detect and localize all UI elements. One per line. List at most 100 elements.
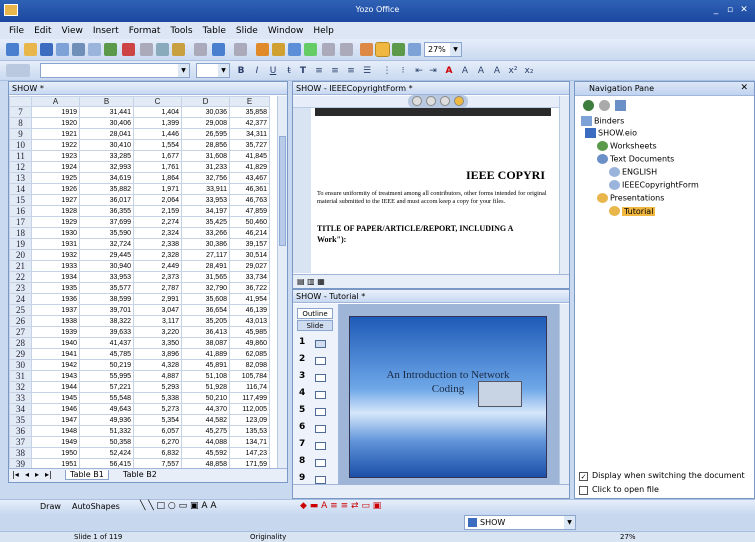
cell-d[interactable]: 35,205 bbox=[181, 315, 230, 328]
sheet-tab-b1[interactable]: Table B1 bbox=[65, 470, 109, 480]
open-icon[interactable] bbox=[24, 43, 37, 56]
cell-a[interactable]: 1947 bbox=[31, 414, 80, 427]
cell-e[interactable]: 50,460 bbox=[229, 216, 270, 229]
cell-c[interactable]: 1,761 bbox=[133, 161, 182, 174]
chevron-down-icon[interactable]: ▼ bbox=[218, 64, 229, 77]
cell-c[interactable]: 1,864 bbox=[133, 172, 182, 185]
prev-sheet-icon[interactable]: ◂ bbox=[25, 470, 29, 479]
zoom-icon[interactable] bbox=[408, 43, 421, 56]
cell-b[interactable]: 35,882 bbox=[79, 183, 134, 196]
column-header-a[interactable]: A bbox=[31, 95, 80, 108]
cell-c[interactable]: 3,117 bbox=[133, 315, 182, 328]
cell-b[interactable]: 50,358 bbox=[79, 436, 134, 449]
new-icon[interactable] bbox=[6, 43, 19, 56]
cell-d[interactable]: 30,386 bbox=[181, 238, 230, 251]
outline-tab[interactable]: Outline bbox=[297, 308, 333, 319]
cell-d[interactable]: 31,233 bbox=[181, 161, 230, 174]
menu-format[interactable]: Format bbox=[124, 26, 166, 36]
underline-button[interactable]: U bbox=[266, 64, 280, 78]
cell-a[interactable]: 1928 bbox=[31, 205, 80, 218]
font-color-icon[interactable] bbox=[360, 43, 373, 56]
cell-b[interactable]: 50,219 bbox=[79, 359, 134, 372]
cell-a[interactable]: 1919 bbox=[31, 106, 80, 119]
cell-a[interactable]: 1937 bbox=[31, 304, 80, 317]
italic-button[interactable]: I bbox=[250, 64, 264, 78]
cell-d[interactable]: 33,266 bbox=[181, 227, 230, 240]
cell-e[interactable]: 47,859 bbox=[229, 205, 270, 218]
cell-c[interactable]: 2,274 bbox=[133, 216, 182, 229]
row-header[interactable]: 9 bbox=[9, 128, 32, 141]
first-sheet-icon[interactable]: |◂ bbox=[12, 470, 19, 479]
cell-a[interactable]: 1949 bbox=[31, 436, 80, 449]
cell-b[interactable]: 35,590 bbox=[79, 227, 134, 240]
cell-e[interactable]: 46,139 bbox=[229, 304, 270, 317]
text-size-icon[interactable]: A bbox=[458, 64, 472, 78]
cell-e[interactable]: 134,71 bbox=[229, 436, 270, 449]
slide-thumbnail[interactable] bbox=[315, 476, 326, 484]
print-preview-icon[interactable] bbox=[88, 43, 101, 56]
cell-e[interactable]: 43,013 bbox=[229, 315, 270, 328]
view-toggle-icon[interactable] bbox=[392, 43, 405, 56]
cell-e[interactable]: 42,377 bbox=[229, 117, 270, 130]
cell-b[interactable]: 29,445 bbox=[79, 249, 134, 262]
cell-c[interactable]: 6,832 bbox=[133, 447, 182, 460]
document-vscrollbar[interactable] bbox=[559, 96, 569, 274]
redo-icon[interactable] bbox=[234, 43, 247, 56]
cell-a[interactable]: 1923 bbox=[31, 150, 80, 163]
menu-window[interactable]: Window bbox=[263, 26, 309, 36]
cell-d[interactable]: 27,117 bbox=[181, 249, 230, 262]
cell-b[interactable]: 37,699 bbox=[79, 216, 134, 229]
worksheets-node[interactable]: Worksheets bbox=[597, 141, 657, 151]
email-icon[interactable] bbox=[56, 43, 69, 56]
increase-indent-icon[interactable]: ⇥ bbox=[426, 64, 440, 78]
bullets-icon[interactable]: ⁝ bbox=[396, 64, 410, 78]
row-header[interactable]: 37 bbox=[9, 436, 32, 449]
row-header[interactable]: 26 bbox=[9, 315, 32, 328]
cell-d[interactable]: 28,856 bbox=[181, 139, 230, 152]
cell-d[interactable]: 45,891 bbox=[181, 359, 230, 372]
row-header[interactable]: 24 bbox=[9, 293, 32, 306]
cell-e[interactable]: 46,361 bbox=[229, 183, 270, 196]
row-header[interactable]: 12 bbox=[9, 161, 32, 174]
row-header[interactable]: 17 bbox=[9, 216, 32, 229]
cell-a[interactable]: 1938 bbox=[31, 315, 80, 328]
cell-b[interactable]: 32,993 bbox=[79, 161, 134, 174]
cell-c[interactable]: 5,293 bbox=[133, 381, 182, 394]
cell-d[interactable]: 26,595 bbox=[181, 128, 230, 141]
cell-a[interactable]: 1934 bbox=[31, 271, 80, 284]
cell-d[interactable]: 44,370 bbox=[181, 403, 230, 416]
slide-thumbnail[interactable] bbox=[315, 425, 326, 433]
cell-a[interactable]: 1929 bbox=[31, 216, 80, 229]
cell-a[interactable]: 1936 bbox=[31, 293, 80, 306]
cell-e[interactable]: 33,734 bbox=[229, 271, 270, 284]
cell-a[interactable]: 1933 bbox=[31, 260, 80, 273]
slide-editor[interactable]: An Introduction to Network Coding bbox=[339, 304, 559, 484]
cell-d[interactable]: 32,790 bbox=[181, 282, 230, 295]
grow-font-icon[interactable]: A bbox=[474, 64, 488, 78]
cell-e[interactable]: 30,514 bbox=[229, 249, 270, 262]
cell-b[interactable]: 31,441 bbox=[79, 106, 134, 119]
minimize-button[interactable]: _ bbox=[710, 4, 722, 16]
sort-icon[interactable] bbox=[340, 43, 353, 56]
cell-e[interactable]: 39,157 bbox=[229, 238, 270, 251]
cell-c[interactable]: 1,554 bbox=[133, 139, 182, 152]
row-header[interactable]: 23 bbox=[9, 282, 32, 295]
cut-icon[interactable] bbox=[140, 43, 153, 56]
justify-icon[interactable]: ☰ bbox=[360, 64, 374, 78]
cell-c[interactable]: 4,328 bbox=[133, 359, 182, 372]
slide-thumbnail[interactable] bbox=[315, 459, 326, 467]
cell-e[interactable]: 123,09 bbox=[229, 414, 270, 427]
cell-e[interactable]: 135,53 bbox=[229, 425, 270, 438]
cell-a[interactable]: 1925 bbox=[31, 172, 80, 185]
cell-c[interactable]: 1,971 bbox=[133, 183, 182, 196]
slide-thumbnail[interactable] bbox=[315, 391, 326, 399]
menu-insert[interactable]: Insert bbox=[88, 26, 124, 36]
cell-a[interactable]: 1950 bbox=[31, 447, 80, 460]
click-to-open-checkbox[interactable] bbox=[579, 486, 588, 495]
row-header[interactable]: 33 bbox=[9, 392, 32, 405]
document-switcher-combo[interactable]: SHOW ▼ bbox=[464, 515, 576, 530]
cell-a[interactable]: 1922 bbox=[31, 139, 80, 152]
cell-e[interactable]: 147,23 bbox=[229, 447, 270, 460]
cell-a[interactable]: 1921 bbox=[31, 128, 80, 141]
cell-d[interactable]: 45,592 bbox=[181, 447, 230, 460]
